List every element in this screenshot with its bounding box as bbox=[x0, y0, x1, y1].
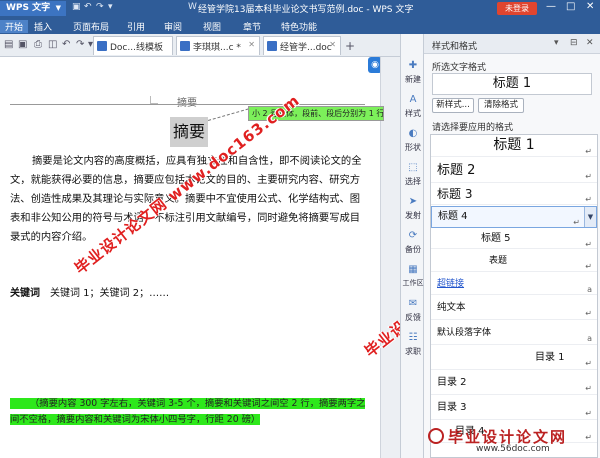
panel-close-icon[interactable]: ✕ bbox=[586, 38, 594, 48]
window-title: 经管学院13届本科毕业论文书写范例.doc - WPS 文字 bbox=[198, 5, 414, 15]
panel-header: 样式和格式 ▾ ⊟ ✕ bbox=[424, 34, 600, 54]
panel-dropdown-icon[interactable]: ▾ bbox=[554, 38, 559, 48]
format-instruction-note[interactable]: （摘要内容 300 字左右，关键词 3-5 个，摘要和关键词之间空 2 行，摘要… bbox=[10, 396, 368, 428]
selected-style-box: 标题 1 bbox=[432, 73, 592, 95]
ribbon-menu: 开始 插入 页面布局 引用 审阅 视图 章节 特色功能 bbox=[0, 17, 600, 34]
style-item-heading-5[interactable]: 标题 5 ↵ bbox=[431, 229, 597, 249]
header-divider bbox=[10, 104, 365, 105]
tab-liqiqi[interactable]: 李琪琪...c * ✕ bbox=[176, 36, 260, 55]
menu-sections[interactable]: 章节 bbox=[243, 20, 261, 33]
quick-access-dropdown-icon[interactable]: ▾ bbox=[108, 2, 113, 12]
keywords-label: 关键词 bbox=[10, 288, 40, 299]
sidebar-item-new[interactable]: ✚ 新建 bbox=[401, 60, 425, 85]
redo-icon[interactable]: ↷ bbox=[76, 39, 84, 50]
print-preview-icon[interactable]: ◫ bbox=[48, 39, 57, 50]
abstract-heading[interactable]: 摘要 bbox=[170, 117, 208, 147]
style-item-toc-1[interactable]: 目录 1 ↵ bbox=[431, 346, 597, 370]
clear-format-button[interactable]: 清除格式 bbox=[478, 98, 524, 113]
tab-close-icon[interactable]: ✕ bbox=[248, 40, 255, 49]
styles-icon: A bbox=[409, 94, 417, 105]
keywords-value: 关键词 1；关键词 2；…… bbox=[50, 288, 170, 299]
sidebar-item-feedback[interactable]: ✉ 反馈 bbox=[401, 298, 425, 323]
doc-icon bbox=[180, 41, 190, 51]
style-item-heading-2[interactable]: 标题 2 ↵ bbox=[431, 159, 597, 183]
new-tab-icon[interactable]: + bbox=[345, 39, 355, 53]
sidebar-item-jobs[interactable]: ☷ 求职 bbox=[401, 332, 425, 357]
task-sidebar: ✚ 新建 A 样式 ◐ 形状 ⬚ 选择 ➤ 发射 ⟳ 备份 ▦ 工作区 ✉ 反馈 ☷ 求职 bbox=[400, 34, 424, 458]
save-icon[interactable]: ▣ bbox=[18, 39, 27, 50]
sidebar-item-styles[interactable]: A 样式 bbox=[401, 94, 425, 119]
new-doc-icon[interactable]: ▤ bbox=[4, 39, 13, 50]
document-toolbar: ▤ ▣ ⎙ ◫ ↶ ↷ ▾ Doc...线模板 李琪琪...c * ✕ 经管学..… bbox=[0, 34, 400, 57]
maximize-icon[interactable]: □ bbox=[566, 1, 575, 12]
page-header-text: 摘要 bbox=[177, 98, 197, 109]
style-item-heading-4[interactable]: 标题 4 ↵ ▼ bbox=[431, 206, 597, 228]
menu-insert[interactable]: 插入 bbox=[34, 20, 52, 33]
styles-panel: 样式和格式 ▾ ⊟ ✕ 所选文字格式 标题 1 新样式... 清除格式 请选择要… bbox=[424, 34, 600, 458]
close-icon[interactable]: ✕ bbox=[586, 1, 594, 12]
workspace-icon: ▦ bbox=[408, 264, 418, 275]
print-icon[interactable]: ⎙ bbox=[34, 39, 42, 50]
menu-page-layout[interactable]: 页面布局 bbox=[73, 20, 109, 33]
jobs-icon: ☷ bbox=[408, 332, 418, 343]
menu-references[interactable]: 引用 bbox=[127, 20, 145, 33]
menu-review[interactable]: 审阅 bbox=[164, 20, 182, 33]
new-icon: ✚ bbox=[408, 60, 418, 71]
site-logo-watermark: 毕业设计论文网 www.56doc.com bbox=[428, 426, 600, 458]
keywords-line[interactable]: 关键词 关键词 1；关键词 2；…… bbox=[10, 284, 169, 299]
chevron-down-icon: ▼ bbox=[55, 4, 61, 12]
style-item-plain-text[interactable]: 纯文本 ↵ bbox=[431, 296, 597, 320]
style-item-table-title[interactable]: 表题 ↵ bbox=[431, 250, 597, 272]
minimize-icon[interactable]: — bbox=[546, 1, 556, 12]
tab-jingguan-active[interactable]: 经管学...doc ✕ bbox=[263, 36, 341, 55]
sidebar-item-shapes[interactable]: ◐ 形状 bbox=[401, 128, 425, 153]
sidebar-item-workspace[interactable]: ▦ 工作区 bbox=[401, 264, 425, 288]
sidebar-item-backup[interactable]: ⟳ 备份 bbox=[401, 230, 425, 255]
save-icon[interactable]: ▣ bbox=[72, 2, 81, 12]
redo-icon[interactable]: ↷ bbox=[96, 2, 104, 12]
undo-icon[interactable]: ↶ bbox=[84, 2, 92, 12]
abstract-body[interactable]: 摘要是论文内容的高度概括，应具有独立性和自含性，即不阅读论文的全文，就能获得必要… bbox=[10, 152, 368, 247]
sidebar-item-send[interactable]: ➤ 发射 bbox=[401, 196, 425, 221]
menu-view[interactable]: 视图 bbox=[203, 20, 221, 33]
wps-app-button[interactable]: WPS 文字 ▼ bbox=[0, 1, 66, 16]
shapes-icon: ◐ bbox=[408, 128, 418, 139]
panel-title: 样式和格式 bbox=[432, 42, 478, 52]
doc-icon bbox=[97, 41, 107, 51]
feedback-icon: ✉ bbox=[408, 298, 418, 309]
style-item-toc-3[interactable]: 目录 3 ↵ bbox=[431, 396, 597, 420]
backup-icon: ⟳ bbox=[408, 230, 418, 241]
tab-doc-template[interactable]: Doc...线模板 bbox=[93, 36, 173, 55]
title-bar: WPS 文字 ▼ ▣ ↶ ↷ ▾ W 经管学院13届本科毕业论文书写范例.doc … bbox=[0, 0, 600, 17]
selected-format-label: 所选文字格式 bbox=[432, 63, 487, 73]
sidebar-item-select[interactable]: ⬚ 选择 bbox=[401, 162, 425, 187]
chevron-down-icon[interactable]: ▼ bbox=[584, 207, 596, 227]
style-item-heading-3[interactable]: 标题 3 ↵ bbox=[431, 183, 597, 205]
logo-url: www.56doc.com bbox=[476, 444, 550, 454]
login-button[interactable]: 未登录 bbox=[497, 2, 537, 15]
highlighted-note: （摘要内容 300 字左右，关键词 3-5 个，摘要和关键词之间空 2 行，摘要… bbox=[10, 398, 366, 425]
logo-icon bbox=[428, 428, 444, 444]
doc-icon bbox=[267, 41, 277, 51]
margin-corner-mark bbox=[150, 96, 158, 104]
wps-doc-icon: W bbox=[188, 2, 197, 12]
menu-special-features[interactable]: 特色功能 bbox=[281, 20, 317, 33]
tab-close-icon[interactable]: ✕ bbox=[329, 40, 336, 49]
select-icon: ⬚ bbox=[408, 162, 418, 173]
new-style-button[interactable]: 新样式... bbox=[432, 98, 474, 113]
style-item-default-font[interactable]: 默认段落字体 a bbox=[431, 321, 597, 345]
send-icon: ➤ bbox=[408, 196, 418, 207]
style-item-heading-1[interactable]: 标题 1 ↵ bbox=[431, 135, 597, 157]
panel-pin-icon[interactable]: ⊟ bbox=[570, 38, 578, 48]
style-list[interactable]: 标题 1 ↵ 标题 2 ↵ 标题 3 ↵ 标题 4 ↵ ▼ 标题 5 ↵ 表题 ↵ 超链接 a … bbox=[430, 134, 598, 458]
apply-format-label: 请选择要应用的格式 bbox=[432, 123, 514, 133]
undo-icon[interactable]: ↶ bbox=[62, 39, 70, 50]
style-item-toc-2[interactable]: 目录 2 ↵ bbox=[431, 371, 597, 395]
menu-home[interactable]: 开始 bbox=[0, 20, 29, 33]
style-item-hyperlink[interactable]: 超链接 a bbox=[431, 273, 597, 295]
